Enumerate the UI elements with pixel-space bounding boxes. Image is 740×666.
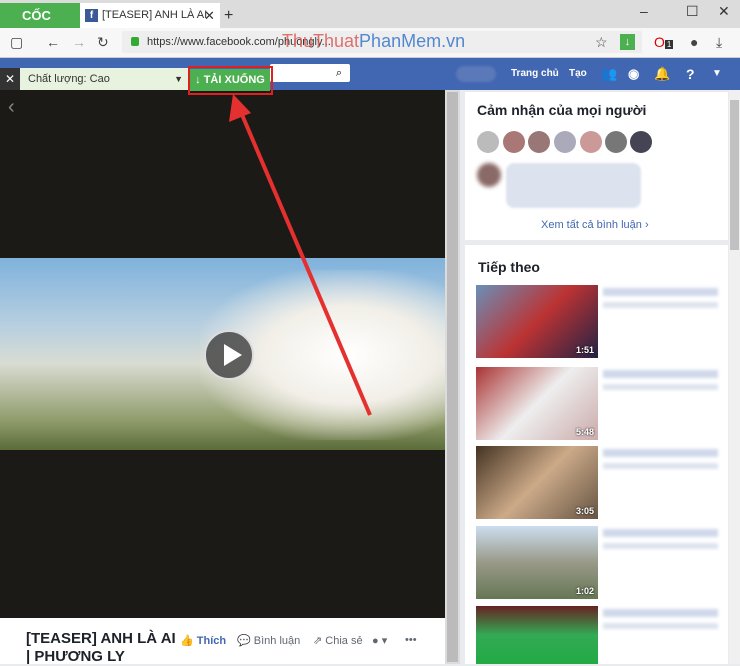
more-button[interactable]: ••• — [405, 634, 417, 646]
avatar[interactable] — [554, 131, 576, 153]
avatar[interactable] — [528, 131, 550, 153]
audience-selector[interactable]: ● ▾ — [372, 634, 387, 647]
video-thumbnail[interactable] — [476, 606, 598, 664]
avatar[interactable] — [605, 131, 627, 153]
comment-button[interactable]: 💬 Bình luận — [237, 634, 300, 647]
video-meta — [603, 449, 718, 489]
scrollbar-thumb[interactable] — [447, 92, 458, 662]
up-next-title: Tiếp theo — [478, 259, 540, 275]
commenter-avatar[interactable] — [477, 163, 501, 187]
avatar[interactable] — [630, 131, 652, 153]
video-meta — [603, 609, 718, 649]
reactions-title: Cảm nhận của mọi người — [477, 102, 647, 118]
video-meta — [603, 370, 718, 410]
video-meta — [603, 288, 718, 328]
avatar[interactable] — [477, 131, 499, 153]
avatar[interactable] — [503, 131, 525, 153]
video-title: [TEASER] ANH LÀ AI | PHƯƠNG LY — [26, 630, 176, 665]
like-button[interactable]: 👍 Thích — [180, 634, 226, 647]
sidebar-scrollbar-thumb[interactable] — [730, 100, 739, 250]
video-thumbnail[interactable]: 3:05 — [476, 446, 598, 519]
avatar[interactable] — [580, 131, 602, 153]
see-all-comments-link[interactable]: Xem tất cả bình luận › — [541, 219, 649, 231]
comment-bubble — [506, 163, 641, 208]
video-thumbnail[interactable]: 1:51 — [476, 285, 598, 358]
share-button[interactable]: ⇗ Chia sẻ — [313, 634, 363, 647]
video-thumbnail[interactable]: 5:48 — [476, 367, 598, 440]
video-thumbnail[interactable]: 1:02 — [476, 526, 598, 599]
video-meta — [603, 529, 718, 569]
